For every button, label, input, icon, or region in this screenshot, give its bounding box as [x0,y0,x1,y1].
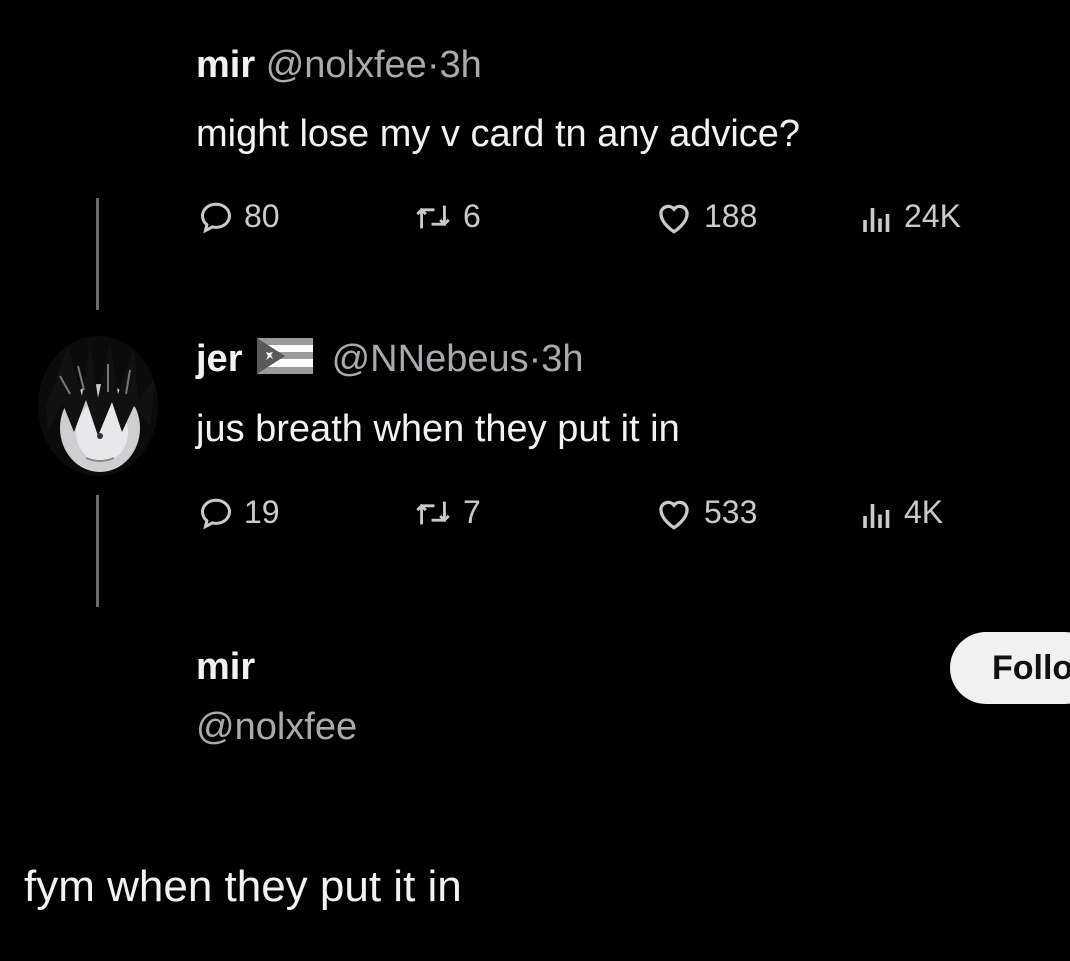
follow-clip: Follow [0,0,1070,961]
follow-button[interactable]: Follow [950,632,1070,704]
caption: fym when they put it in [24,862,462,911]
